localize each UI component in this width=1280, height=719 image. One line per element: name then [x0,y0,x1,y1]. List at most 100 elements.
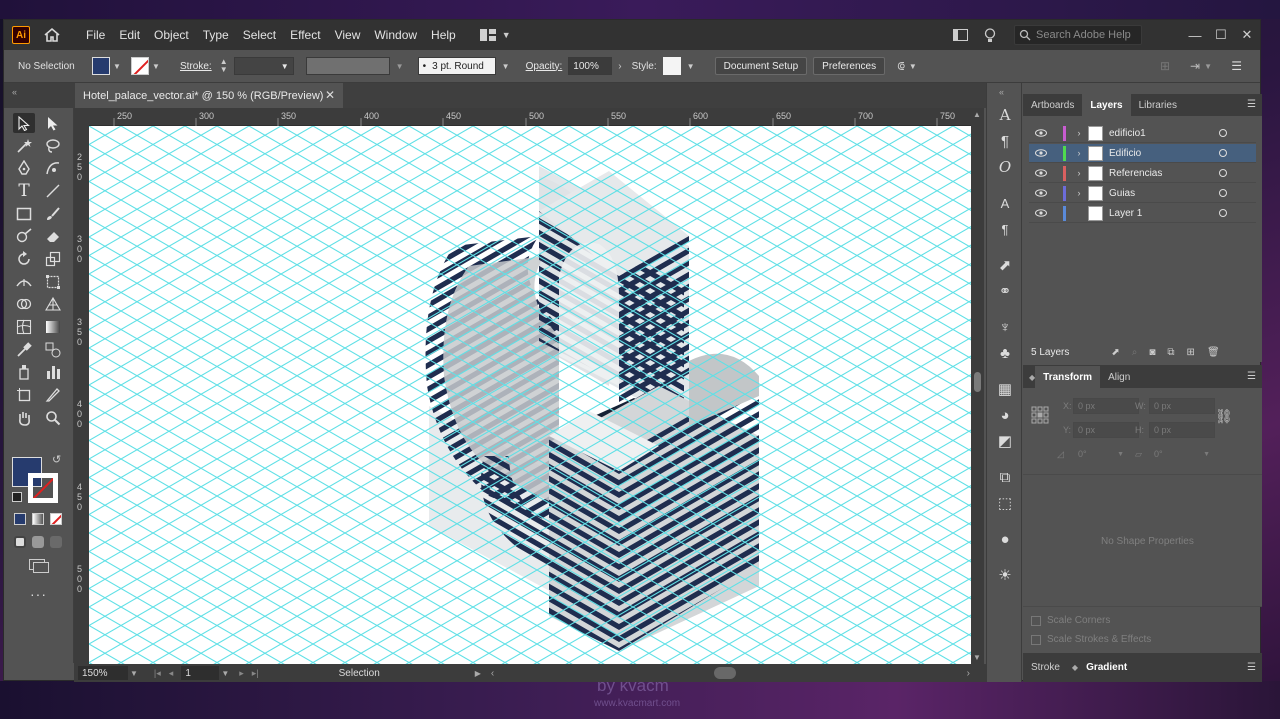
color-mode-icon[interactable] [14,513,26,525]
free-transform-tool-icon[interactable] [42,272,64,292]
panel-menu-icon[interactable]: ☰ [1247,371,1256,382]
menu-view[interactable]: View [335,28,361,42]
layer-row[interactable]: › Edificio [1029,144,1256,163]
chevron-right-icon[interactable]: › [618,61,621,72]
chevron-down-icon[interactable]: ▼ [396,62,406,71]
preferences-button[interactable]: Preferences [813,57,886,75]
rotate-field[interactable]: 0° ▼ [1073,446,1129,462]
maximize-button[interactable]: ☐ [1208,20,1234,50]
locate-object-icon[interactable]: ⌕ [1132,347,1138,358]
tab-libraries[interactable]: Libraries [1131,94,1185,116]
hand-tool-icon[interactable] [13,408,35,428]
tab-artboards[interactable]: Artboards [1023,94,1082,116]
scroll-left-icon[interactable]: ‹ [491,668,494,679]
paragraph-styles-icon[interactable]: ¶ [995,219,1015,239]
menu-edit[interactable]: Edit [119,28,140,42]
layer-target-icon[interactable] [1219,149,1227,157]
document-setup-button[interactable]: Document Setup [714,57,808,75]
vertical-scrollbar[interactable]: ▲ ▼ [971,108,984,664]
panel-menu-icon[interactable]: ☰ [1247,662,1256,673]
constrain-proportions-icon[interactable]: ⛓ [1215,408,1233,425]
brushes-panel-icon[interactable]: ♆ [995,317,1015,337]
document-tab[interactable]: Hotel_palace_vector.ai* @ 150 % (RGB/Pre… [75,83,343,108]
first-artboard-icon[interactable]: |◂ [154,668,161,679]
line-segment-tool-icon[interactable] [42,181,64,201]
screen-mode-icon[interactable] [28,558,50,574]
shear-field[interactable]: 0° ▼ [1149,446,1215,462]
visibility-eye-icon[interactable] [1033,149,1049,157]
more-tools-icon[interactable]: ··· [30,586,47,602]
swap-colors-icon[interactable]: ↺ [52,453,61,466]
rotate-tool-icon[interactable] [13,249,35,269]
pen-tool-icon[interactable] [13,158,35,178]
vertical-scroll-thumb[interactable] [974,372,981,392]
export-icon[interactable]: ⬈ [1111,347,1119,358]
type-tool-icon[interactable]: T [13,181,35,201]
pathfinder-panel-icon[interactable]: ⧉ [995,467,1015,487]
eraser-tool-icon[interactable] [42,226,64,246]
panel-menu-icon[interactable]: ☰ [1231,59,1242,73]
reference-point-icon[interactable] [1031,406,1049,424]
chevron-down-icon[interactable]: ▼ [113,62,123,71]
brush-definition-field[interactable]: • 3 pt. Round [417,57,496,75]
scroll-up-icon[interactable]: ▲ [973,110,981,119]
close-window-button[interactable]: ✕ [1234,20,1260,50]
horizontal-scroll-thumb[interactable] [714,667,736,679]
gradient-mode-icon[interactable] [32,513,44,525]
collapse-panels-icon[interactable]: « [999,87,1004,97]
eyedropper-tool-icon[interactable] [13,340,35,360]
opentype-panel-icon[interactable]: O [995,157,1015,177]
collapse-toolbar-icon[interactable]: « [12,87,17,97]
chevron-down-icon[interactable]: ▼ [152,62,162,71]
scale-corners-checkbox[interactable]: Scale Corners [1031,615,1110,626]
isometric-hotel-artwork[interactable] [89,126,971,664]
links-panel-icon[interactable]: ⚭ [995,281,1015,301]
arrange-documents-button[interactable]: ▼ [479,29,511,41]
color-guide-icon[interactable]: ◕ [995,405,1015,425]
shaper-tool-icon[interactable] [13,226,35,246]
home-icon[interactable] [42,26,62,44]
puppet-warp-icon[interactable]: ⟃ [897,58,905,74]
visibility-eye-icon[interactable] [1033,189,1049,197]
expand-chevron-icon[interactable]: › [1072,128,1086,138]
fill-swatch[interactable] [92,57,110,75]
artboard-number-field[interactable]: 1 [181,666,220,680]
create-sublayer-icon[interactable]: ⧉ [1167,347,1174,358]
transparency-panel-icon[interactable]: ☀ [995,565,1015,585]
layer-row[interactable]: › Guias [1029,184,1256,203]
tab-align[interactable]: Align [1100,366,1138,388]
chevron-down-icon[interactable]: ▼ [687,62,697,71]
graphic-style-swatch[interactable] [662,57,681,75]
magic-wand-tool-icon[interactable] [13,136,35,156]
direct-selection-tool-icon[interactable] [42,113,64,133]
layer-row[interactable]: › edificio1 [1029,124,1256,143]
expand-chevron-icon[interactable]: › [1072,148,1086,158]
draw-normal-icon[interactable] [14,536,26,548]
visibility-eye-icon[interactable] [1033,169,1049,177]
chevron-down-icon[interactable]: ▼ [221,669,229,678]
scroll-right-icon[interactable]: › [967,668,970,679]
expand-chevron-icon[interactable]: › [1072,188,1086,198]
column-graph-tool-icon[interactable] [42,362,64,382]
h-field[interactable]: 0 px [1149,422,1215,438]
blend-tool-icon[interactable] [42,340,64,360]
x-field[interactable]: 0 px [1073,398,1139,414]
previous-artboard-icon[interactable]: ◂ [169,668,174,679]
layer-target-icon[interactable] [1219,129,1227,137]
w-field[interactable]: 0 px [1149,398,1215,414]
stroke-swatch[interactable] [131,57,149,75]
menu-select[interactable]: Select [243,28,276,42]
stroke-color-box[interactable] [28,473,58,503]
menu-window[interactable]: Window [374,28,417,42]
perspective-grid-tool-icon[interactable] [42,294,64,314]
expand-chevron-icon[interactable]: › [1072,168,1086,178]
artboard-tool-icon[interactable] [13,385,35,405]
chevron-down-icon[interactable]: ▼ [1204,62,1212,71]
symbol-sprayer-tool-icon[interactable] [13,362,35,382]
shape-builder-tool-icon[interactable] [13,294,35,314]
scale-strokes-checkbox[interactable]: Scale Strokes & Effects [1031,634,1151,645]
graphic-styles-icon[interactable]: ◩ [995,431,1015,451]
draw-inside-icon[interactable] [50,536,62,548]
menu-effect[interactable]: Effect [290,28,320,42]
chevron-down-icon[interactable]: ▼ [909,62,919,71]
